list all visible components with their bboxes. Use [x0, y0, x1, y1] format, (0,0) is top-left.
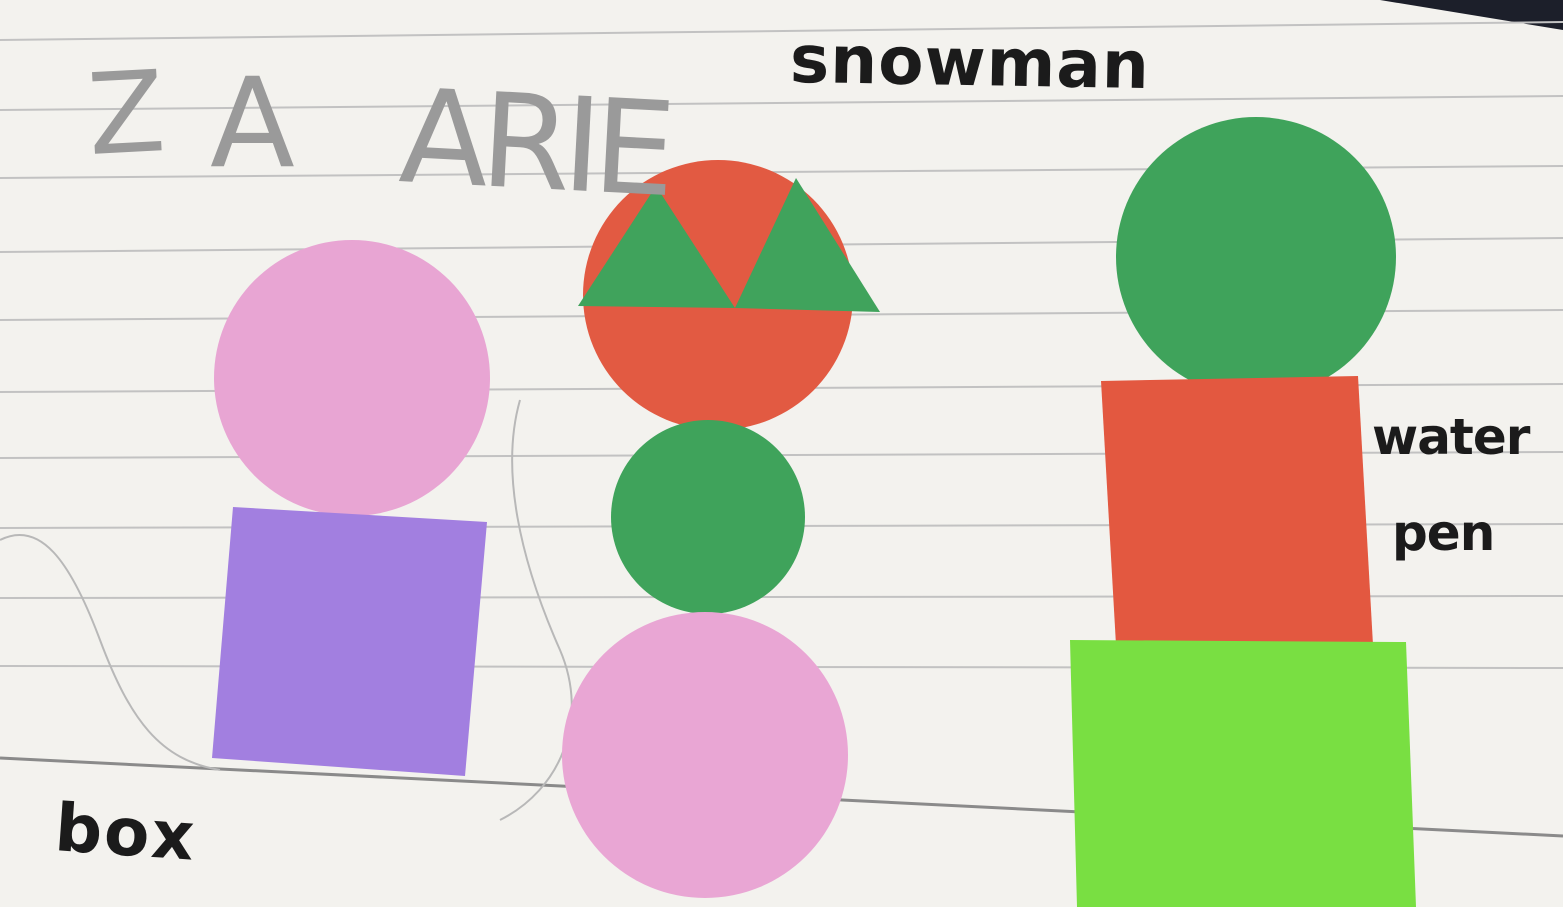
- pencil-letter-z: Z: [84, 47, 169, 181]
- index-card-scene: Z A ARIE snowman box water pen: [0, 0, 1563, 907]
- label-snowman: snowman: [789, 20, 1151, 105]
- purple-square: [212, 507, 487, 776]
- green-circle-top: [1116, 117, 1396, 397]
- label-pen: pen: [1392, 504, 1495, 562]
- label-water: water: [1372, 408, 1530, 466]
- lime-square: [1070, 640, 1416, 907]
- orange-square: [1101, 376, 1373, 645]
- pink-circle-left: [214, 240, 490, 516]
- green-circle-middle: [611, 420, 805, 614]
- label-box: box: [52, 789, 199, 876]
- pencil-word-arie: ARIE: [396, 60, 672, 226]
- pink-circle-bottom: [562, 612, 848, 898]
- pencil-letter-a: A: [210, 52, 295, 196]
